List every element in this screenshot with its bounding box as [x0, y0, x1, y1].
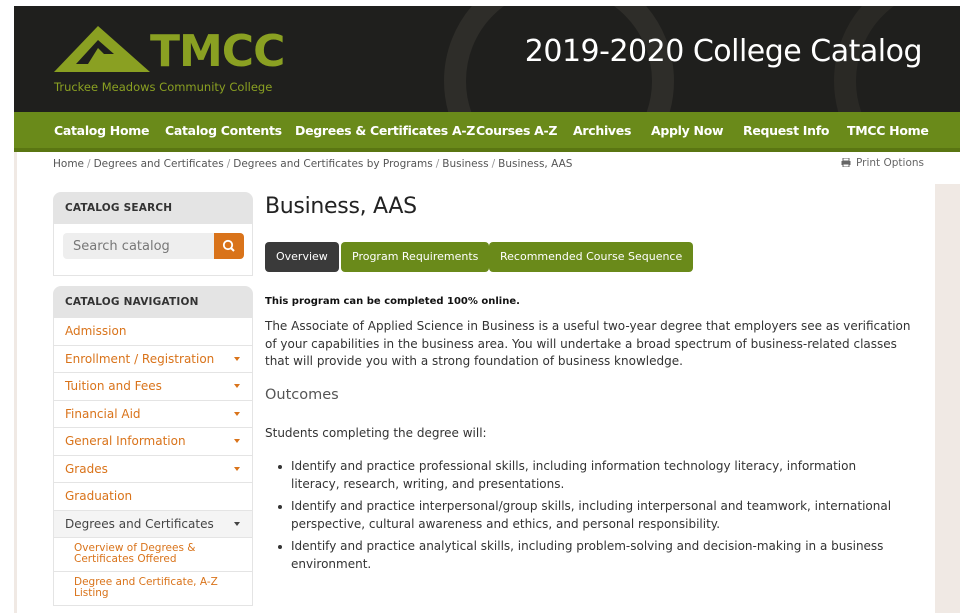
logo-subtitle: Truckee Meadows Community College — [54, 80, 273, 94]
site-title: 2019-2020 College Catalog — [524, 34, 923, 69]
logo-wordmark: TMCC — [150, 26, 285, 77]
sidebar-item-degrees-certificates[interactable]: Degrees and Certificates — [54, 510, 252, 538]
chevron-down-icon[interactable] — [234, 411, 240, 416]
breadcrumb-home[interactable]: Home — [53, 158, 84, 170]
outcomes-lead: Students completing the degree will: — [265, 426, 487, 440]
site-header: TMCC Truckee Meadows Community College 2… — [14, 6, 960, 112]
nav-catalog-home[interactable]: Catalog Home — [54, 123, 149, 138]
outcomes-heading: Outcomes — [265, 387, 339, 403]
chevron-down-icon[interactable] — [234, 521, 240, 526]
sidebar-item-general-information[interactable]: General Information — [54, 428, 252, 456]
nav-catalog-contents[interactable]: Catalog Contents — [165, 123, 282, 138]
sidebar-item-label: Tuition and Fees — [65, 379, 162, 393]
sidebar-item-enrollment[interactable]: Enrollment / Registration — [54, 346, 252, 373]
catalog-navigation-list: Admission Enrollment / Registration Tuit… — [53, 318, 253, 606]
sidebar-item-tuition[interactable]: Tuition and Fees — [54, 373, 252, 401]
list-item: Identify and practice professional skill… — [265, 458, 905, 493]
breadcrumb-programs[interactable]: Degrees and Certificates by Programs — [233, 158, 432, 170]
left-edge — [14, 152, 17, 613]
nav-degrees-certificates[interactable]: Degrees & Certificates A-Z — [295, 123, 475, 138]
chevron-down-icon[interactable] — [234, 439, 240, 443]
breadcrumb-separator: / — [491, 158, 496, 170]
sidebar-item-label: Degrees and Certificates — [65, 516, 214, 531]
search-input[interactable] — [63, 233, 215, 259]
print-icon — [841, 157, 851, 168]
nav-courses-az[interactable]: Courses A-Z — [476, 123, 557, 138]
program-description: The Associate of Applied Science in Busi… — [265, 319, 911, 368]
tab-program-requirements[interactable]: Program Requirements — [341, 242, 490, 272]
sidebar-item-graduation[interactable]: Graduation — [54, 483, 252, 511]
breadcrumb-degrees[interactable]: Degrees and Certificates — [94, 158, 224, 170]
sidebar-item-label: Grades — [65, 461, 108, 476]
tab-recommended-course-sequence[interactable]: Recommended Course Sequence — [489, 242, 694, 272]
list-item: Identify and practice analytical skills,… — [265, 538, 905, 573]
tab-overview[interactable]: Overview — [265, 242, 339, 272]
nav-request-info[interactable]: Request Info — [743, 123, 829, 138]
sidebar-subitem-overview[interactable]: Overview of Degrees & Certificates Offer… — [54, 538, 252, 572]
chevron-down-icon[interactable] — [234, 466, 240, 471]
breadcrumb-current: Business, AAS — [498, 158, 573, 170]
right-edge — [935, 184, 960, 613]
chevron-down-icon[interactable] — [234, 384, 240, 388]
sidebar-item-label: Financial Aid — [65, 406, 141, 421]
sidebar-item-label: Admission — [65, 324, 127, 338]
page-frame: TMCC Truckee Meadows Community College 2… — [14, 6, 960, 613]
page-title: Business, AAS — [265, 194, 417, 219]
print-options-link[interactable]: Print Options — [841, 157, 924, 169]
list-item: Identify and practice interpersonal/grou… — [265, 498, 905, 533]
search-button[interactable] — [214, 233, 244, 259]
sidebar-item-grades[interactable]: Grades — [54, 456, 252, 483]
main-nav: Catalog Home Catalog Contents Degrees & … — [14, 112, 960, 152]
nav-archives[interactable]: Archives — [573, 123, 631, 138]
sidebar-item-label: Graduation — [65, 489, 133, 503]
sidebar-item-financial-aid[interactable]: Financial Aid — [54, 401, 252, 428]
sidebar-item-label: Enrollment / Registration — [65, 351, 215, 366]
catalog-search-box — [53, 224, 253, 276]
chevron-down-icon[interactable] — [234, 356, 240, 361]
breadcrumb: Home / Degrees and Certificates / Degrees an… — [53, 158, 572, 170]
nav-tmcc-home[interactable]: TMCC Home — [847, 123, 929, 138]
nav-apply-now[interactable]: Apply Now — [651, 123, 724, 138]
online-note: This program can be completed 100% onlin… — [265, 296, 520, 307]
sidebar-subitem-az-listing[interactable]: Degree and Certificate, A-Z Listing — [54, 572, 252, 606]
mountain-logo-icon — [54, 26, 150, 72]
search-icon — [222, 239, 235, 252]
tmcc-logo[interactable]: TMCC Truckee Meadows Community College — [52, 24, 312, 104]
outcomes-list: Identify and practice professional skill… — [265, 458, 905, 578]
breadcrumb-separator: / — [226, 158, 231, 170]
catalog-search-title: CATALOG SEARCH — [53, 192, 253, 224]
catalog-navigation-title: CATALOG NAVIGATION — [53, 286, 253, 318]
sidebar-item-label: General Information — [65, 434, 186, 448]
breadcrumb-separator: / — [87, 158, 91, 170]
breadcrumb-separator: / — [435, 158, 440, 170]
sidebar-item-admission[interactable]: Admission — [54, 318, 252, 346]
print-options-label: Print Options — [855, 157, 924, 169]
breadcrumb-business[interactable]: Business — [442, 158, 488, 170]
